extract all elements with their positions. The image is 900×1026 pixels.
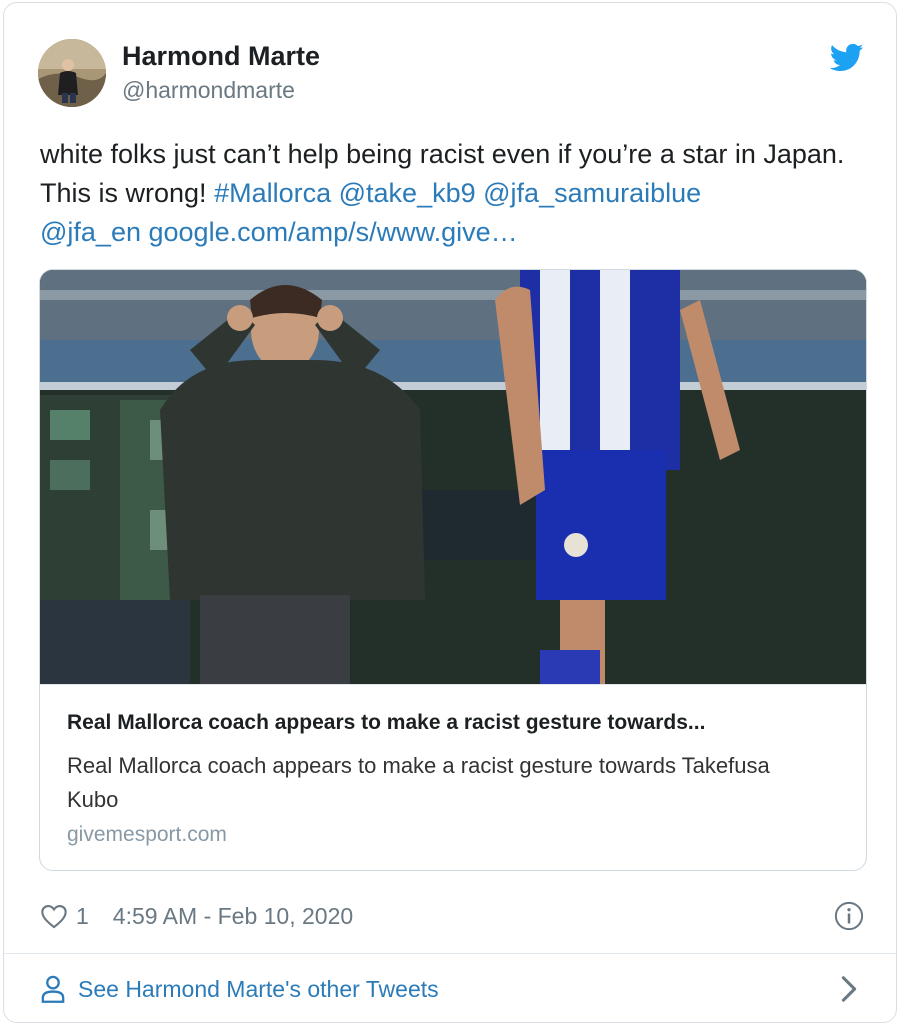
see-other-tweets-link[interactable]: See Harmond Marte's other Tweets bbox=[40, 969, 439, 1009]
avatar[interactable] bbox=[38, 39, 106, 107]
mention-link[interactable]: @take_kb9 bbox=[339, 178, 476, 208]
avatar-photo bbox=[38, 39, 106, 107]
author-display-name[interactable]: Harmond Marte bbox=[122, 41, 320, 72]
person-icon bbox=[41, 975, 65, 1003]
soccer-sideline-photo bbox=[40, 270, 866, 684]
tweet-meta: 1 4:59 AM - Feb 10, 2020 bbox=[40, 899, 353, 933]
divider bbox=[4, 953, 896, 954]
author-handle[interactable]: @harmondmarte bbox=[122, 77, 295, 104]
tweet-text-space bbox=[476, 178, 484, 208]
embedded-tweet: Harmond Marte @harmondmarte white folks … bbox=[3, 2, 897, 1023]
timestamp[interactable]: 4:59 AM - Feb 10, 2020 bbox=[113, 903, 353, 930]
card-meta[interactable]: Real Mallorca coach appears to make a ra… bbox=[40, 684, 866, 870]
card-title[interactable]: Real Mallorca coach appears to make a ra… bbox=[67, 711, 847, 735]
like-count[interactable]: 1 bbox=[76, 903, 89, 930]
mention-link[interactable]: @jfa_samuraiblue bbox=[483, 178, 701, 208]
tweet-text: white folks just can’t help being racist… bbox=[40, 135, 870, 252]
mention-link[interactable]: @jfa_en bbox=[40, 217, 141, 247]
heart-icon[interactable] bbox=[40, 903, 68, 929]
tweet-text-space bbox=[141, 217, 149, 247]
tweet-text-space bbox=[331, 178, 339, 208]
chevron-right-icon[interactable] bbox=[840, 975, 858, 1003]
info-icon[interactable] bbox=[834, 901, 864, 931]
twitter-bird-icon[interactable] bbox=[830, 43, 864, 73]
card-image[interactable] bbox=[40, 270, 866, 684]
card-description: Real Mallorca coach appears to make a ra… bbox=[67, 753, 770, 812]
url-link[interactable]: google.com/amp/s/www.give… bbox=[149, 217, 518, 247]
link-preview-card[interactable]: Real Mallorca coach appears to make a ra… bbox=[39, 269, 867, 871]
see-other-tweets-label[interactable]: See Harmond Marte's other Tweets bbox=[78, 976, 439, 1003]
card-domain: givemesport.com bbox=[67, 823, 227, 846]
hashtag-link[interactable]: #Mallorca bbox=[214, 178, 331, 208]
